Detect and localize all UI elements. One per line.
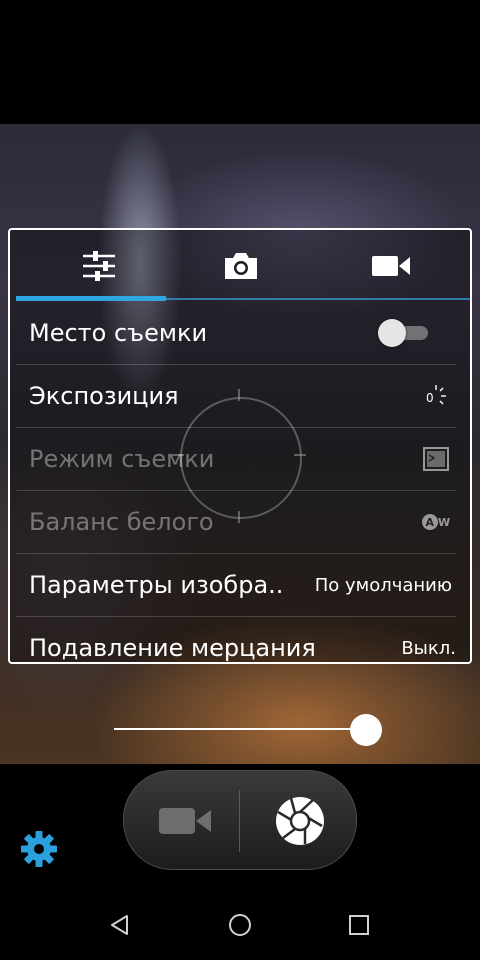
camera-icon <box>225 253 257 279</box>
home-icon <box>229 914 251 936</box>
setting-label: Режим съемки <box>29 445 215 473</box>
recents-icon <box>349 915 369 935</box>
settings-panel: Место съемки Экспозиция 0 Режим съемки Б… <box>8 228 472 664</box>
exposure-icon: 0 <box>416 383 456 409</box>
setting-label: Баланс белого <box>29 508 214 536</box>
selected-tab-indicator <box>16 296 166 301</box>
settings-tabs <box>10 230 470 302</box>
nav-home-button[interactable] <box>220 905 260 945</box>
back-icon <box>111 915 128 935</box>
setting-scene-mode[interactable]: Режим съемки <box>16 428 456 491</box>
setting-image-params[interactable]: Параметры изобра.. По умолчанию <box>16 554 456 617</box>
setting-label: Подавление мерцания <box>29 634 316 662</box>
setting-value: Выкл. <box>401 637 456 659</box>
video-camera-icon <box>372 256 410 276</box>
tab-video[interactable] <box>316 230 466 302</box>
tab-settings[interactable] <box>24 230 174 302</box>
setting-exposure[interactable]: Экспозиция 0 <box>16 365 456 428</box>
settings-list: Место съемки Экспозиция 0 Режим съемки Б… <box>10 302 470 662</box>
nav-back-button[interactable] <box>100 905 140 945</box>
camera-settings-button[interactable] <box>20 830 58 868</box>
setting-label: Параметры изобра.. <box>29 571 284 599</box>
setting-anti-flicker[interactable]: Подавление мерцания Выкл. <box>16 617 456 662</box>
capture-divider <box>239 790 240 852</box>
shutter-button[interactable] <box>250 785 350 857</box>
location-toggle[interactable] <box>378 319 428 347</box>
video-camera-icon <box>159 808 211 834</box>
setting-location[interactable]: Место съемки <box>16 302 456 365</box>
sliders-icon <box>83 251 115 281</box>
setting-white-balance[interactable]: Баланс белого A W <box>16 491 456 554</box>
svg-text:W: W <box>438 516 450 529</box>
white-balance-auto-icon: A W <box>416 512 456 532</box>
zoom-slider-track[interactable] <box>114 728 366 730</box>
tab-photo[interactable] <box>166 230 316 302</box>
nav-recents-button[interactable] <box>339 905 379 945</box>
setting-value: По умолчанию <box>314 574 452 596</box>
video-record-button[interactable] <box>140 790 230 852</box>
svg-text:A: A <box>426 516 435 529</box>
aperture-icon <box>276 797 324 845</box>
zoom-slider-thumb[interactable] <box>350 714 382 746</box>
gear-icon <box>21 831 57 867</box>
exposure-value: 0 <box>426 391 434 405</box>
scene-mode-icon <box>416 447 456 471</box>
setting-label: Экспозиция <box>29 382 179 410</box>
toggle-thumb <box>378 319 406 347</box>
